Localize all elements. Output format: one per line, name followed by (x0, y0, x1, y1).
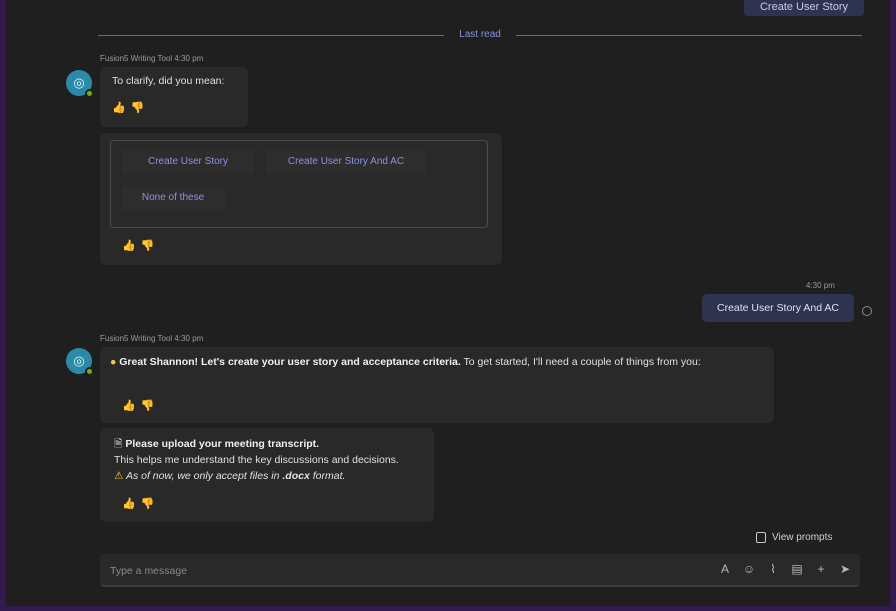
suggestion-create-user-story[interactable]: Create User Story (121, 149, 255, 175)
message-text: To clarify, did you mean: (112, 75, 225, 87)
message-rest-text: To get started, I'll need a couple of th… (463, 356, 701, 368)
reactions: 👍👎 (122, 399, 159, 414)
chat-window: Create User Story Last read ◎ Fusion5 Wr… (6, 0, 890, 606)
suggestions-card: Create User Story Create User Story And … (100, 133, 502, 265)
reactions: 👍👎 (122, 239, 159, 252)
sender-name: Fusion5 Writing Tool (100, 334, 173, 343)
message-text: ● Great Shannon! Let's create your user … (110, 355, 764, 370)
suggestion-none-of-these[interactable]: None of these (121, 185, 225, 211)
bot-message: 🗎 Please upload your meeting transcript.… (100, 428, 434, 522)
send-icon[interactable]: ➤ (838, 562, 852, 576)
compose-box: A ☺ ⌇ ▤ + ➤ (100, 554, 860, 587)
reactions: 👍👎 (112, 101, 149, 114)
attach-icon[interactable]: ⌇ (766, 562, 780, 576)
online-status-icon (85, 367, 94, 376)
compose-toolbar: A ☺ ⌇ ▤ + ➤ (718, 562, 852, 576)
message-warning: ⚠ As of now, we only accept files in .do… (114, 468, 420, 484)
bot-message: ● Great Shannon! Let's create your user … (100, 347, 774, 423)
warning-prefix: As of now, we only accept files in (125, 470, 280, 482)
bot-glyph-icon: ◎ (73, 75, 85, 90)
warning-icon: ⚠ (114, 470, 124, 482)
online-status-icon (85, 89, 94, 98)
bot-avatar-icon[interactable]: ◎ (66, 70, 94, 98)
bot-avatar-icon[interactable]: ◎ (66, 348, 94, 376)
document-icon: 🗎 (114, 438, 123, 450)
message-time: 4:30 pm (174, 54, 204, 63)
thumbs-down-icon[interactable]: 👎 (141, 240, 160, 252)
thumbs-up-icon[interactable]: 👍 (122, 240, 141, 252)
suggestion-create-user-story-and-ac[interactable]: Create User Story And AC (265, 149, 427, 175)
message-meta: Fusion5 Writing Tool 4:30 pm (100, 54, 203, 63)
emoji-icon[interactable]: ☺ (742, 562, 756, 576)
sparkle-icon: ● (110, 356, 117, 368)
thumbs-down-icon[interactable]: 👎 (141, 400, 160, 412)
view-prompts-label: View prompts (772, 532, 833, 543)
prompts-icon (756, 532, 766, 543)
divider-line-right (516, 35, 862, 36)
sender-name: Fusion5 Writing Tool (100, 54, 173, 63)
format-icon[interactable]: A (718, 562, 732, 576)
previous-user-message: Create User Story (744, 0, 864, 16)
suggestions-container: Create User Story Create User Story And … (110, 140, 488, 228)
bot-message: To clarify, did you mean: 👍👎 (100, 67, 248, 127)
reactions: 👍👎 (122, 496, 159, 512)
view-prompts-button[interactable]: View prompts (756, 532, 832, 543)
thumbs-down-icon[interactable]: 👎 (131, 102, 150, 114)
read-receipt-icon (862, 306, 872, 316)
loop-icon[interactable]: ▤ (790, 562, 804, 576)
thumbs-up-icon[interactable]: 👍 (112, 102, 131, 114)
user-message: Create User Story And AC (702, 294, 854, 322)
message-heading: Please upload your meeting transcript. (125, 438, 320, 450)
divider-line-left (98, 35, 444, 36)
message-heading-row: 🗎 Please upload your meeting transcript. (114, 436, 420, 452)
thumbs-down-icon[interactable]: 👎 (141, 498, 160, 510)
message-line: This helps me understand the key discuss… (114, 454, 399, 466)
last-read-label: Last read (459, 29, 501, 40)
message-bold-text: Great Shannon! Let's create your user st… (119, 356, 461, 368)
last-read-divider: Last read (98, 28, 862, 42)
thumbs-up-icon[interactable]: 👍 (122, 400, 141, 412)
message-time: 4:30 pm (174, 334, 204, 343)
bot-glyph-icon: ◎ (73, 353, 85, 368)
message-input[interactable] (110, 561, 550, 581)
warning-suffix: format. (312, 470, 346, 482)
add-icon[interactable]: + (814, 562, 828, 576)
message-meta: Fusion5 Writing Tool 4:30 pm (100, 334, 203, 343)
thumbs-up-icon[interactable]: 👍 (122, 498, 141, 510)
warning-format: .docx (282, 470, 310, 482)
user-message-time: 4:30 pm (806, 281, 835, 290)
